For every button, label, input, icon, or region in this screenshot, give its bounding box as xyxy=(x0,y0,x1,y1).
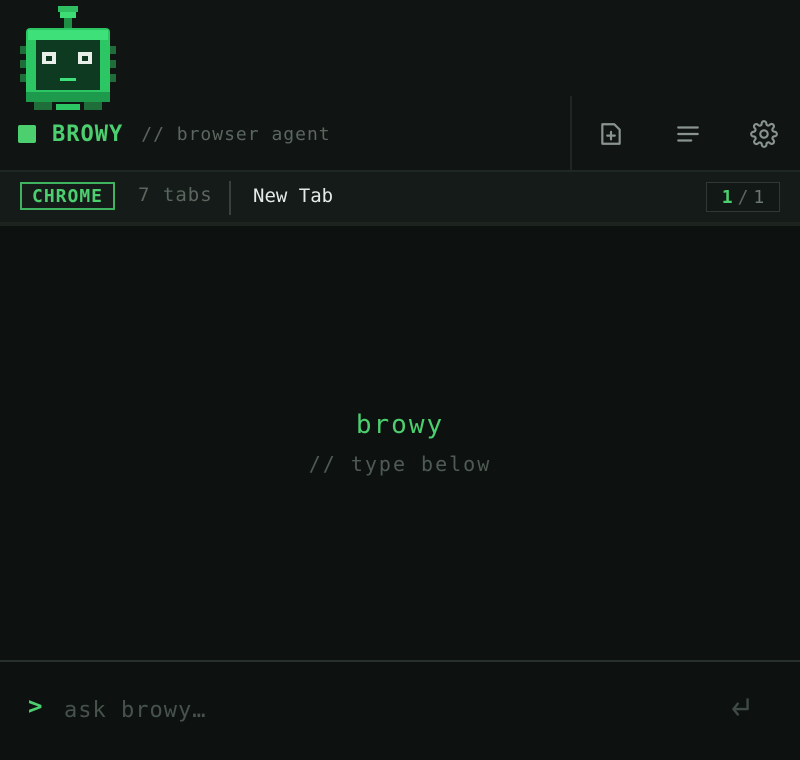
chat-area: browy // type below xyxy=(0,226,800,660)
empty-state-title: browy xyxy=(355,410,445,440)
tab-count: 7 tabs xyxy=(138,184,213,206)
active-tab-title[interactable]: New Tab xyxy=(253,185,333,207)
menu-lines-icon xyxy=(675,121,701,147)
send-button[interactable] xyxy=(722,692,758,728)
brand-name: BROWY xyxy=(52,121,124,147)
pager-total: 1 xyxy=(753,186,765,208)
tab-divider xyxy=(229,181,231,215)
prompt-input[interactable] xyxy=(64,690,684,730)
pager-separator: / xyxy=(737,186,749,208)
browser-badge-label: CHROME xyxy=(32,185,104,207)
history-button[interactable] xyxy=(670,116,706,152)
header: BROWY // browser agent xyxy=(0,0,800,170)
prompt-symbol: > xyxy=(28,692,43,720)
browser-badge[interactable]: CHROME xyxy=(20,182,116,210)
composer: > xyxy=(0,662,800,760)
brand-row: BROWY // browser agent xyxy=(18,118,331,150)
empty-state-subtitle: // type below xyxy=(308,452,492,476)
tab-bar: CHROME 7 tabs New Tab 1 / 1 xyxy=(0,172,800,222)
header-divider xyxy=(570,96,572,170)
robot-mascot-icon xyxy=(16,4,120,116)
status-indicator xyxy=(18,125,36,143)
pager-current: 1 xyxy=(721,186,733,208)
brand-subtitle: // browser agent xyxy=(141,123,331,145)
new-chat-button[interactable] xyxy=(593,116,629,152)
settings-button[interactable] xyxy=(746,116,782,152)
tab-pager[interactable]: 1 / 1 xyxy=(706,182,780,212)
browy-panel: BROWY // browser agent CHROME 7 tabs New… xyxy=(0,0,800,760)
gear-icon xyxy=(750,120,778,148)
enter-return-icon xyxy=(727,695,753,725)
file-plus-icon xyxy=(598,121,624,147)
